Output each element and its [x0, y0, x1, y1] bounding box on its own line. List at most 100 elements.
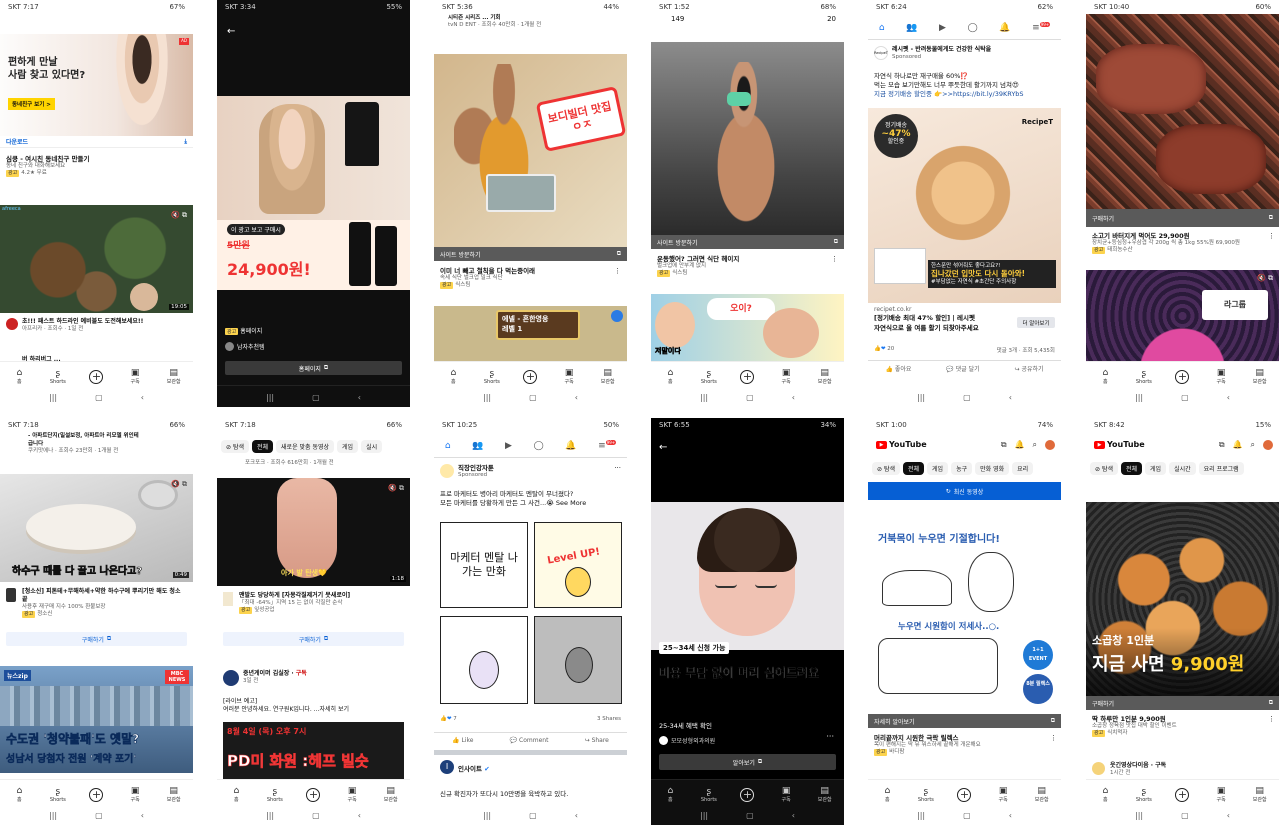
- home-icon[interactable]: ⌂: [445, 441, 451, 451]
- chip-all[interactable]: 전체: [251, 440, 274, 453]
- share-button[interactable]: ↪ Share: [585, 737, 609, 744]
- show-video[interactable]: 라그룹 🔇 ⧉: [1086, 270, 1279, 362]
- bell-icon[interactable]: 🔔: [1233, 440, 1243, 450]
- chip-game[interactable]: 게임: [1145, 462, 1167, 475]
- share-button[interactable]: ↪ 공유하기: [1015, 364, 1044, 373]
- friends-icon[interactable]: 👥: [906, 23, 917, 33]
- nav-subs[interactable]: ▣ 구독: [1206, 786, 1236, 803]
- nav-create[interactable]: +: [81, 787, 111, 802]
- nav-shorts[interactable]: ʂ Shorts: [911, 787, 941, 803]
- chip-basketball[interactable]: 농구: [951, 462, 973, 475]
- chip-live[interactable]: 실시: [361, 440, 383, 453]
- latest-videos-button[interactable]: ↻ 최신 동영상: [868, 482, 1061, 500]
- watch-icon[interactable]: ▶: [505, 441, 512, 451]
- home-icon[interactable]: ⌂: [879, 23, 885, 33]
- nav-lib[interactable]: ▤ 보관함: [810, 786, 840, 803]
- nav-shorts[interactable]: ʂ Shorts: [477, 369, 507, 385]
- comment-button[interactable]: 💬 댓글 달기: [946, 364, 979, 373]
- visit-site-bar[interactable]: 사이트 방문하기 ⧉: [651, 235, 844, 249]
- live-preview[interactable]: 8월 4일 (목) 오후 7시 PD미 화원 :헤프 빌슷: [223, 722, 404, 780]
- more-icon[interactable]: ⋮: [831, 255, 838, 263]
- nav-shorts[interactable]: ʂ Shorts: [694, 787, 724, 803]
- comment-button[interactable]: 💬 Comment: [510, 737, 549, 744]
- ad-video[interactable]: [651, 42, 844, 235]
- friend-button[interactable]: 동네친구 보기 >: [8, 98, 55, 110]
- ad-image[interactable]: 정기배송 ~47% 할인중 RecipeT 한스푼만 섞어줘도 좋다고요?! 집나갔던…: [868, 108, 1061, 303]
- bell-icon[interactable]: 🔔: [565, 441, 576, 451]
- back-arrow-icon[interactable]: ←: [227, 26, 235, 37]
- chip-all[interactable]: 전체: [1120, 462, 1143, 475]
- nav-shorts[interactable]: ʂ Shorts: [43, 787, 73, 803]
- ad-video[interactable]: 거북목이 누우면 기절합니다! 누우면 시원함이 저세사..○. 1+1 EVE…: [868, 516, 1061, 712]
- cast-icon[interactable]: ⧉: [1001, 440, 1007, 450]
- ad-video[interactable]: [651, 502, 844, 650]
- like-button[interactable]: 👍 좋아요: [885, 364, 911, 373]
- chip-new[interactable]: 새로운 맞춤 동영상: [276, 440, 335, 453]
- nav-shorts[interactable]: ʂ Shorts: [43, 369, 73, 385]
- menu-icon[interactable]: ≡99+: [1032, 22, 1051, 33]
- chip-explore[interactable]: ⊘ 탐색: [1090, 462, 1118, 475]
- news-video[interactable]: 뉴스zip MBC NEWS 수도권 '청약불패'도 옛말? 성남서 당첨자 전…: [0, 666, 193, 773]
- buy-bar[interactable]: 구매하기 ⧉: [1086, 209, 1279, 227]
- nav-create[interactable]: +: [1167, 369, 1197, 384]
- nav-lib[interactable]: ▤ 보관함: [1245, 368, 1275, 385]
- nav-subs[interactable]: ▣ 구독: [554, 368, 584, 385]
- avatar[interactable]: [1045, 440, 1055, 450]
- nav-lib[interactable]: ▤ 보관함: [593, 368, 623, 385]
- chip-anime[interactable]: 만화 영화: [975, 462, 1010, 475]
- chip-cook[interactable]: 요리: [1012, 462, 1034, 475]
- nav-home[interactable]: ⌂ 홈: [1090, 368, 1120, 385]
- buy-button[interactable]: 구매하기 ⧉: [223, 632, 404, 646]
- nav-home[interactable]: ⌂ 홈: [438, 368, 468, 385]
- nav-subs[interactable]: ▣ 구독: [337, 786, 367, 803]
- chip-live[interactable]: 실시간: [1169, 462, 1196, 475]
- nav-shorts[interactable]: ʂ Shorts: [260, 787, 290, 803]
- chip-explore[interactable]: ⊘ 탐색: [221, 440, 249, 453]
- ad-video[interactable]: [1086, 14, 1279, 209]
- nav-shorts[interactable]: ʂ Shorts: [1129, 787, 1159, 803]
- ad-video[interactable]: [217, 96, 410, 220]
- chip-cooking[interactable]: 요리 프로그램: [1198, 462, 1244, 475]
- friends-icon[interactable]: 👥: [472, 441, 483, 451]
- homepage-button[interactable]: 홈페이지 ⧉: [225, 361, 402, 375]
- download-bar[interactable]: 다운로드 ⤓: [0, 136, 193, 148]
- search-icon[interactable]: ⌕: [1033, 440, 1037, 450]
- ad-video[interactable]: 🔇 ⧉ 하수구 때를 다 끌고 나온다고? 0:49: [0, 474, 193, 582]
- watch-icon[interactable]: ▶: [939, 23, 946, 33]
- game-video[interactable]: 에넬 - 흔한영웅 레벨 1: [434, 306, 627, 362]
- ad-banner[interactable]: 편하게 만날 사람 찾고 있다면? 동네친구 보기 > AD: [0, 34, 193, 136]
- ad-video[interactable]: 🔇 ⧉ 아가 발 탄생💛 1:18: [217, 478, 410, 586]
- profile-icon[interactable]: ◯: [534, 441, 544, 451]
- nav-subs[interactable]: ▣ 구독: [120, 368, 150, 385]
- more-icon[interactable]: ⋮: [1050, 734, 1057, 742]
- nav-home[interactable]: ⌂ 홈: [872, 786, 902, 803]
- visit-site-bar[interactable]: 사이트 방문하기 ⧉: [434, 247, 627, 261]
- nav-create[interactable]: +: [298, 787, 328, 802]
- buy-bar[interactable]: 구매하기 ⧉: [1086, 696, 1279, 710]
- nav-home[interactable]: ⌂ 홈: [1090, 786, 1120, 803]
- game-video[interactable]: afreeca 🔇 ⧉ 19:05: [0, 205, 193, 313]
- nav-lib[interactable]: ▤ 보관함: [1245, 786, 1275, 803]
- search-icon[interactable]: ⌕: [1251, 440, 1255, 450]
- back-arrow-icon[interactable]: ←: [659, 442, 667, 453]
- comic-image[interactable]: 마케터 멘탈 나가는 만화 Level UP!: [438, 520, 626, 708]
- more-icon[interactable]: ⋮: [1268, 232, 1275, 240]
- nav-lib[interactable]: ▤ 보관함: [376, 786, 406, 803]
- like-button[interactable]: 👍 Like: [452, 737, 473, 744]
- nav-shorts[interactable]: ʂ Shorts: [694, 369, 724, 385]
- nav-create[interactable]: +: [515, 369, 545, 384]
- bell-icon[interactable]: 🔔: [1015, 440, 1025, 450]
- nav-home[interactable]: ⌂ 홈: [4, 786, 34, 803]
- nav-subs[interactable]: ▣ 구독: [771, 368, 801, 385]
- nav-subs[interactable]: ▣ 구독: [771, 786, 801, 803]
- nav-lib[interactable]: ▤ 보관함: [1027, 786, 1057, 803]
- nav-lib[interactable]: ▤ 보관함: [159, 786, 189, 803]
- nav-create[interactable]: +: [732, 787, 762, 802]
- more-icon[interactable]: ⋮: [1268, 715, 1275, 723]
- avatar[interactable]: [1263, 440, 1273, 450]
- youtube-logo[interactable]: ▶ YouTube: [876, 440, 927, 449]
- nav-create[interactable]: +: [949, 787, 979, 802]
- cooking-video[interactable]: 오이? 저말이다: [651, 294, 844, 362]
- bell-icon[interactable]: 🔔: [999, 23, 1010, 33]
- menu-icon[interactable]: ≡99+: [598, 440, 617, 451]
